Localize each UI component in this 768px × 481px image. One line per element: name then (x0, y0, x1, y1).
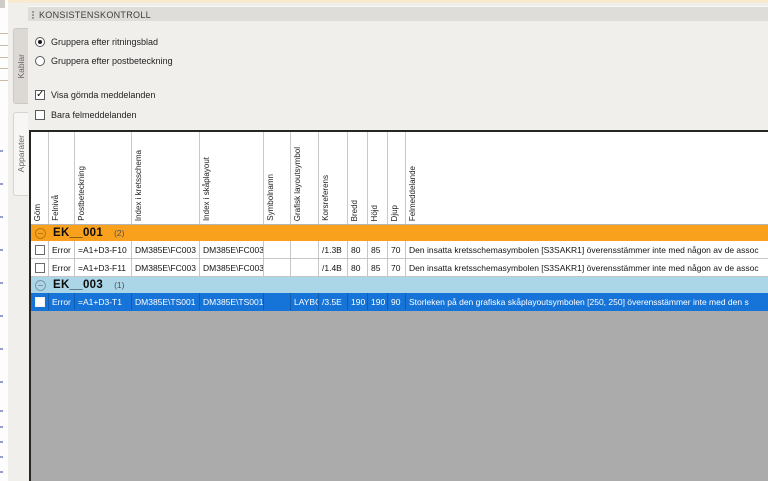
tab-kablar[interactable]: Kablar (13, 28, 28, 104)
column-header-index-skaplayout[interactable]: Index i skåplayout (200, 132, 264, 224)
column-header-postbeteckning[interactable]: Postbeteckning (75, 132, 132, 224)
tab-kablar-label: Kablar (16, 54, 26, 79)
checkbox-errors-only[interactable]: Bara felmeddelanden (35, 110, 137, 120)
radio-group-by-sheet[interactable]: Gruppera efter ritningsblad (35, 37, 158, 47)
cell-korsreferens: /1.3B (319, 241, 348, 258)
cell-hojd: 85 (368, 259, 388, 276)
cell-index-kretsschema: DM385E\FC003 (132, 259, 200, 276)
konsistenskontroll-panel: KONSISTENSKONTROLL Kablar Apparater Grup… (8, 0, 768, 481)
collapse-icon[interactable] (35, 228, 46, 239)
cell-postbeteckning: =A1+D3-F11 (75, 259, 132, 276)
cell-djup: 90 (388, 293, 406, 310)
cell-hojd: 190 (368, 293, 388, 310)
panel-title: KONSISTENSKONTROLL (39, 10, 151, 20)
column-header-felmeddelande[interactable]: Felmeddelande (406, 132, 768, 224)
cell-bredd: 80 (348, 259, 368, 276)
column-header-korsreferens[interactable]: Korsreferens (319, 132, 348, 224)
table-header-row: Göm Felnivå Postbeteckning Index i krets… (31, 132, 768, 225)
table-row[interactable]: Error =A1+D3-F11 DM385E\FC003 DM385E\FC0… (31, 259, 768, 277)
cell-felniva: Error (49, 259, 75, 276)
top-accent-strip (0, 0, 768, 3)
hide-checkbox-cell[interactable] (31, 259, 49, 276)
cell-symbolnamn (264, 293, 291, 310)
cell-bredd: 80 (348, 241, 368, 258)
cell-felmeddelande: Den insatta kretsschemasymbolen [S3SAKR1… (406, 241, 768, 258)
column-header-symbolnamn[interactable]: Symbolnamn (264, 132, 291, 224)
group-row-ek003[interactable]: EK__003 (1) (31, 277, 768, 293)
cell-korsreferens: /1.4B (319, 259, 348, 276)
background-ticks (0, 150, 3, 152)
collapse-icon[interactable] (35, 280, 46, 291)
hide-checkbox-cell[interactable] (31, 293, 49, 310)
cell-index-kretsschema: DM385E\FC003 (132, 241, 200, 258)
cell-korsreferens: /3.5E (319, 293, 348, 310)
checkbox-icon[interactable] (35, 297, 45, 307)
radio-button-icon[interactable] (35, 37, 45, 47)
tab-apparater-label: Apparater (16, 135, 26, 172)
checkbox-icon[interactable] (35, 110, 45, 120)
column-header-hojd[interactable]: Höjd (368, 132, 388, 224)
table-row-selected[interactable]: Error =A1+D3-T1 DM385E\TS001 DM385E\TS00… (31, 293, 768, 311)
radio-label: Gruppera efter postbeteckning (51, 56, 173, 66)
background-ticks (0, 33, 8, 34)
app-background-strip (0, 0, 8, 481)
checkbox-icon[interactable] (35, 245, 45, 255)
hide-checkbox-cell[interactable] (31, 241, 49, 258)
cell-felmeddelande: Storleken på den grafiska skåplayoutsymb… (406, 293, 768, 310)
radio-group-by-designation[interactable]: Gruppera efter postbeteckning (35, 56, 173, 66)
radio-label: Gruppera efter ritningsblad (51, 37, 158, 47)
group-count: (2) (114, 228, 124, 238)
checkbox-icon[interactable] (35, 263, 45, 273)
cell-felniva: Error (49, 241, 75, 258)
cell-index-kretsschema: DM385E\TS001 (132, 293, 200, 310)
checkbox-show-hidden-messages[interactable]: Visa gömda meddelanden (35, 90, 155, 100)
drag-grip-icon[interactable] (32, 11, 34, 13)
cell-symbolnamn (264, 241, 291, 258)
checkbox-label: Bara felmeddelanden (51, 110, 137, 120)
group-row-ek001[interactable]: EK__001 (2) (31, 225, 768, 241)
column-header-felniva[interactable]: Felnivå (49, 132, 75, 224)
radio-button-icon[interactable] (35, 56, 45, 66)
cell-felniva: Error (49, 293, 75, 310)
cell-postbeteckning: =A1+D3-T1 (75, 293, 132, 310)
tab-apparater[interactable]: Apparater (13, 112, 28, 196)
checkbox-label: Visa gömda meddelanden (51, 90, 155, 100)
column-header-djup[interactable]: Djup (388, 132, 406, 224)
cell-djup: 70 (388, 259, 406, 276)
column-header-grafisk-layoutsymbol[interactable]: Grafisk layoutsymbol (291, 132, 319, 224)
cell-grafisk-layoutsymbol: LAYBOX (291, 293, 319, 310)
cell-grafisk-layoutsymbol (291, 259, 319, 276)
cell-hojd: 85 (368, 241, 388, 258)
cell-bredd: 190 (348, 293, 368, 310)
cell-index-skaplayout: DM385E\FC003 (200, 241, 264, 258)
table-row[interactable]: Error =A1+D3-F10 DM385E\FC003 DM385E\FC0… (31, 241, 768, 259)
group-name: EK__003 (53, 279, 103, 291)
cell-djup: 70 (388, 241, 406, 258)
group-count: (1) (114, 280, 124, 290)
messages-table: Göm Felnivå Postbeteckning Index i krets… (29, 130, 768, 481)
cell-postbeteckning: =A1+D3-F10 (75, 241, 132, 258)
cell-index-skaplayout: DM385E\TS001 (200, 293, 264, 310)
app-corner-icon (0, 0, 5, 8)
cell-felmeddelande: Den insatta kretsschemasymbolen [S3SAKR1… (406, 259, 768, 276)
cell-index-skaplayout: DM385E\FC003 (200, 259, 264, 276)
group-name: EK__001 (53, 227, 103, 239)
column-header-index-kretsschema[interactable]: Index i kretsschema (132, 132, 200, 224)
cell-symbolnamn (264, 259, 291, 276)
panel-titlebar[interactable]: KONSISTENSKONTROLL (28, 6, 768, 21)
checkbox-icon[interactable] (35, 90, 45, 100)
cell-grafisk-layoutsymbol (291, 241, 319, 258)
column-header-gom[interactable]: Göm (31, 132, 49, 224)
column-header-bredd[interactable]: Bredd (348, 132, 368, 224)
